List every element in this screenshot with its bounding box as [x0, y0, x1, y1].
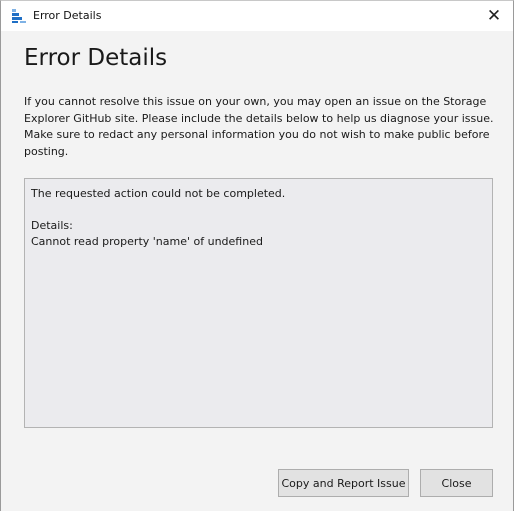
copy-and-report-issue-button[interactable]: Copy and Report Issue — [278, 469, 409, 497]
window-title: Error Details — [33, 9, 102, 22]
close-button[interactable]: Close — [420, 469, 493, 497]
close-icon[interactable]: ✕ — [481, 4, 507, 28]
error-text: Cannot read property 'name' of undefined — [31, 235, 263, 248]
page-title: Error Details — [24, 45, 168, 71]
error-message: The requested action could not be comple… — [31, 187, 286, 200]
title-bar: Error Details ✕ — [1, 1, 513, 31]
intro-text: If you cannot resolve this issue on your… — [24, 95, 494, 158]
error-details-textbox[interactable]: The requested action could not be comple… — [24, 178, 493, 428]
error-details-dialog: Error Details ✕ Error Details If you can… — [0, 0, 514, 511]
details-label: Details: — [31, 219, 73, 232]
storage-explorer-icon — [11, 8, 27, 24]
